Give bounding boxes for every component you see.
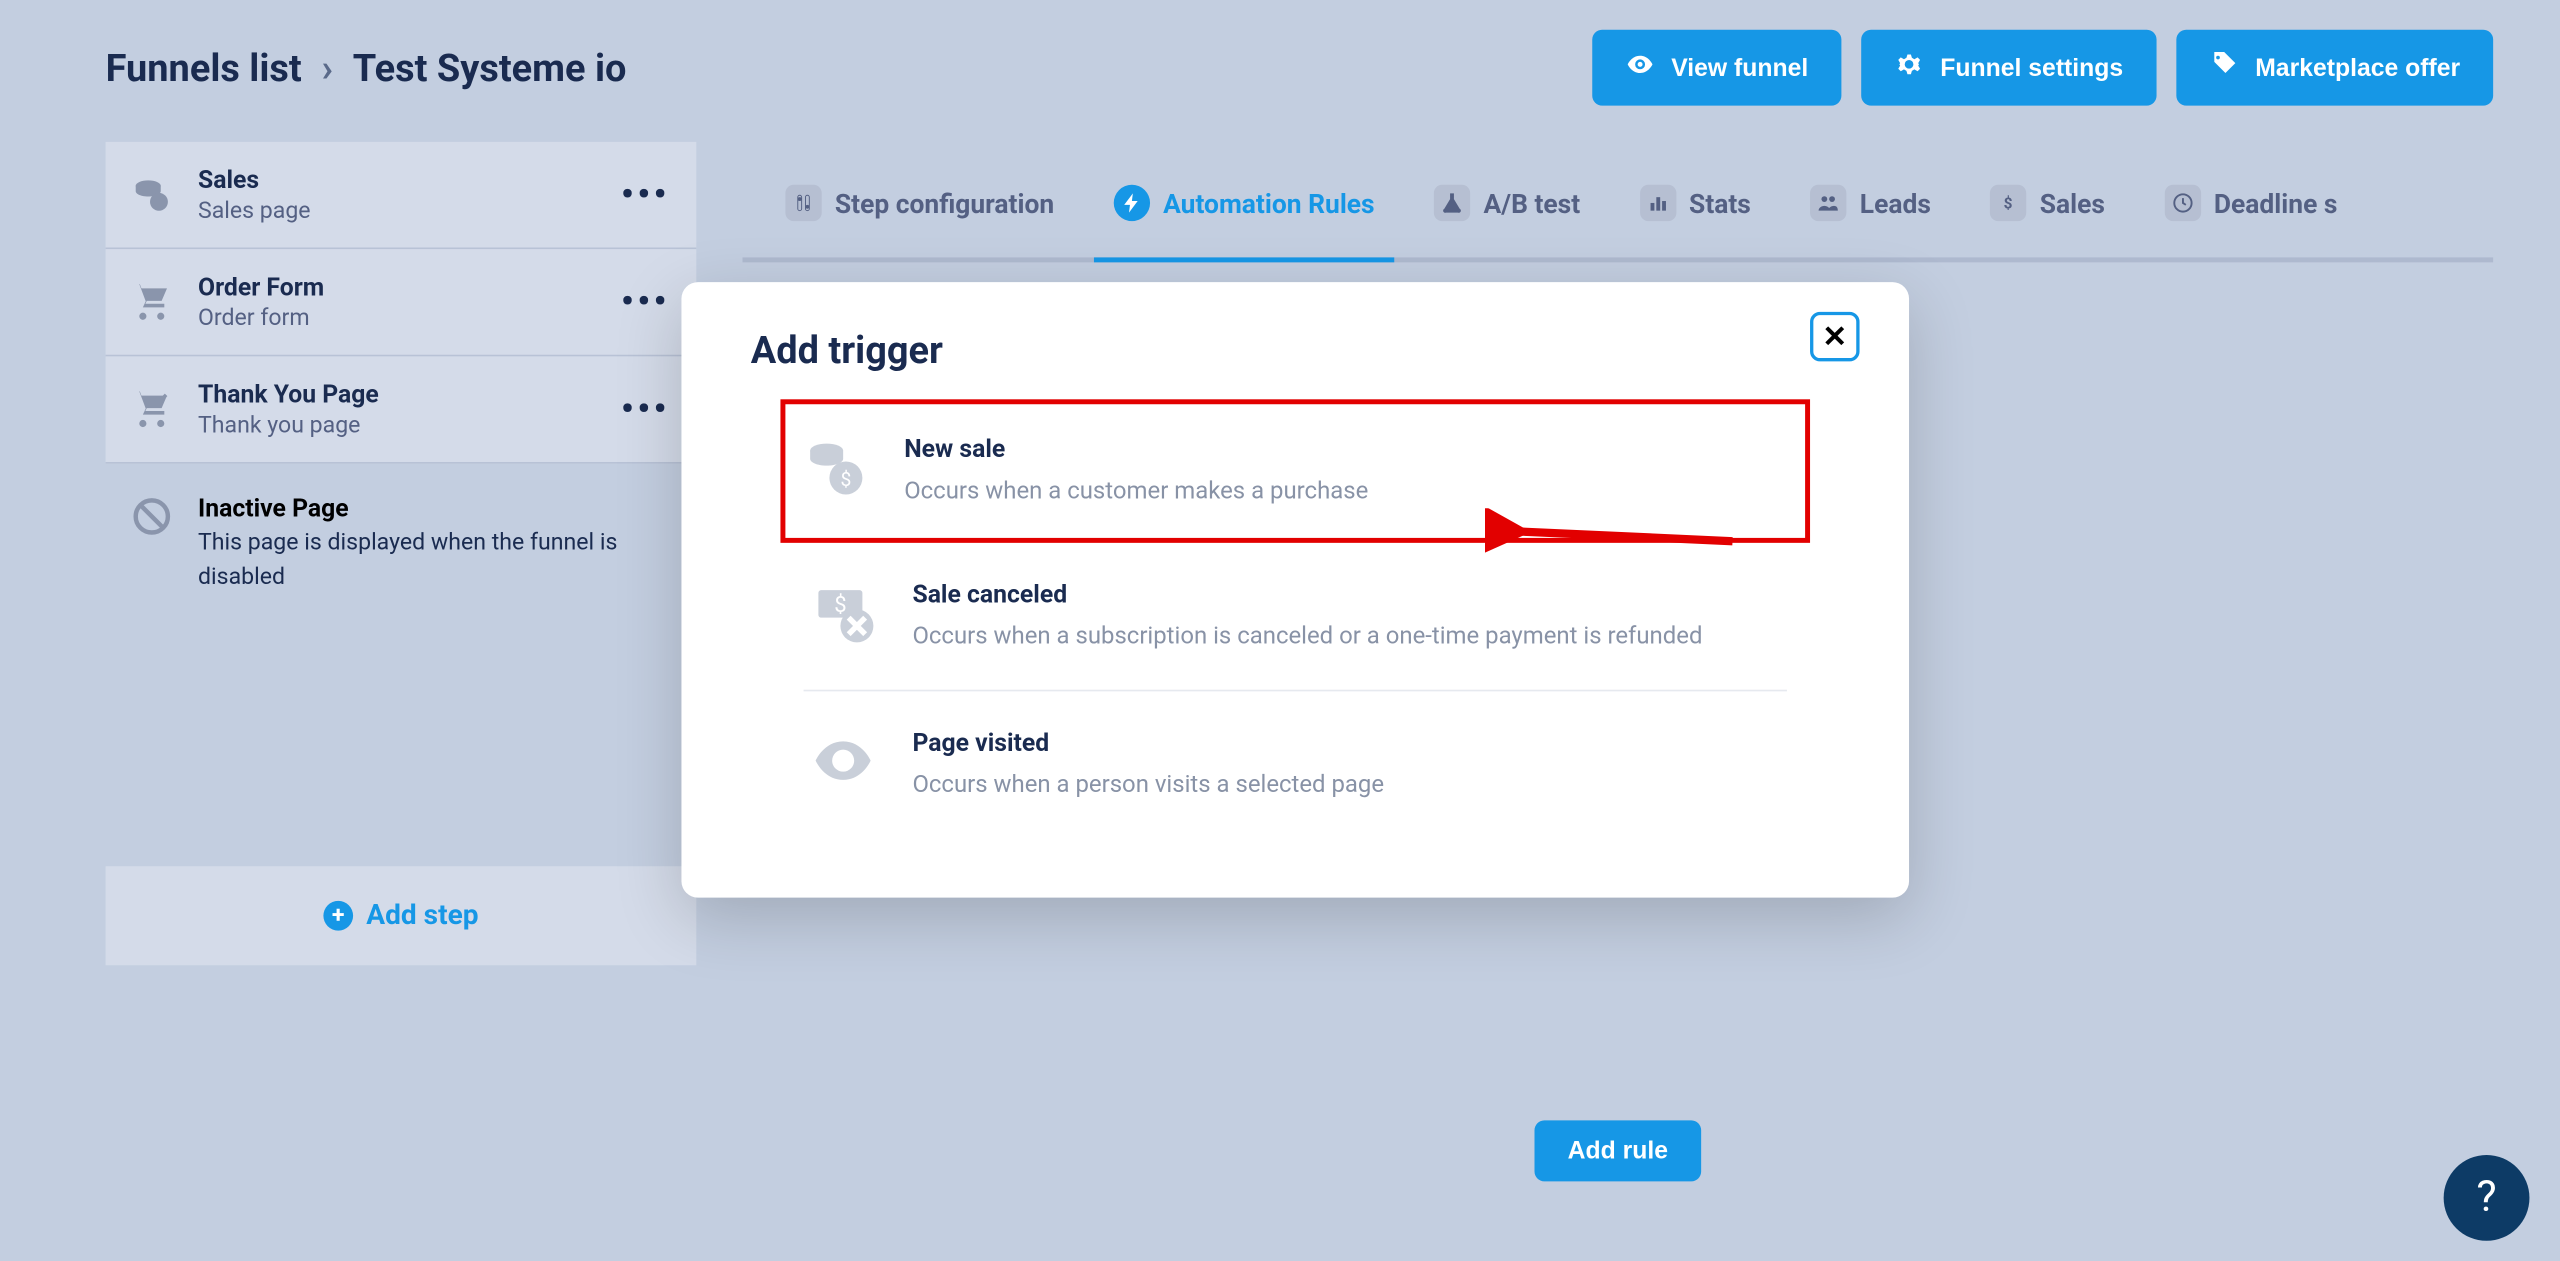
tab-sales[interactable]: $ Sales (1984, 142, 2112, 258)
trigger-sale-canceled[interactable]: $ Sale canceled Occurs when a subscripti… (804, 543, 1787, 692)
tab-stats[interactable]: Stats (1633, 142, 1758, 258)
bolt-icon (1114, 185, 1150, 221)
add-rule-button[interactable]: Add rule (1535, 1120, 1701, 1181)
breadcrumb-root[interactable]: Funnels list (106, 45, 302, 90)
flask-icon (1434, 185, 1470, 221)
plus-circle-icon: + (323, 901, 353, 931)
funnel-settings-button[interactable]: Funnel settings (1861, 30, 2156, 106)
tag-icon (2209, 50, 2239, 86)
trigger-page-visited[interactable]: Page visited Occurs when a person visits… (804, 691, 1787, 838)
sidebar-step-thankyou[interactable]: Thank You Page Thank you page ••• (106, 356, 697, 463)
trigger-description: Occurs when a subscription is canceled o… (912, 619, 1702, 654)
refund-icon: $ (810, 579, 876, 645)
blocked-icon (129, 493, 175, 539)
users-icon (1810, 185, 1846, 221)
question-icon: ? (2476, 1173, 2496, 1223)
step-subtitle: Order form (198, 305, 598, 331)
eye-icon (1625, 50, 1655, 86)
tab-deadline[interactable]: Deadline s (2158, 142, 2344, 258)
breadcrumb: Funnels list › Test Systeme io (106, 45, 627, 90)
tab-automation-rules[interactable]: Automation Rules (1107, 142, 1381, 258)
tabs: Step configuration Automation Rules A/B … (743, 142, 2494, 262)
breadcrumb-current: Test Systeme io (353, 45, 627, 90)
trigger-title: New sale (904, 434, 1368, 464)
step-description: This page is displayed when the funnel i… (198, 526, 670, 595)
marketplace-offer-button[interactable]: Marketplace offer (2176, 30, 2493, 106)
close-icon: ✕ (1822, 319, 1847, 354)
modal-title: Add trigger (751, 328, 1840, 373)
step-subtitle: Thank you page (198, 413, 598, 439)
svg-text:$: $ (834, 593, 846, 618)
svg-text:$: $ (840, 468, 851, 491)
more-icon[interactable]: ••• (621, 174, 670, 215)
cart-check-icon (129, 386, 175, 432)
trigger-description: Occurs when a person visits a selected p… (912, 767, 1384, 802)
eye-icon (810, 728, 876, 794)
tab-step-configuration[interactable]: Step configuration (779, 142, 1061, 258)
step-subtitle: Sales page (198, 198, 598, 224)
more-icon[interactable]: ••• (621, 281, 670, 322)
trigger-new-sale[interactable]: $ New sale Occurs when a customer makes … (780, 399, 1810, 543)
svg-text:$: $ (2004, 195, 2013, 213)
step-title: Thank You Page (198, 380, 598, 410)
sidebar: Sales Sales page ••• Order Form Order fo… (106, 142, 697, 1182)
sidebar-step-inactive[interactable]: Inactive Page This page is displayed whe… (106, 464, 697, 619)
trigger-description: Occurs when a customer makes a purchase (904, 474, 1368, 509)
cart-icon (129, 279, 175, 325)
chevron-right-icon: › (322, 45, 333, 90)
dollar-icon: $ (1990, 185, 2026, 221)
step-title: Sales (198, 165, 598, 195)
trigger-title: Page visited (912, 728, 1384, 758)
step-title: Order Form (198, 272, 598, 302)
tab-leads[interactable]: Leads (1804, 142, 1938, 258)
sidebar-step-sales[interactable]: Sales Sales page ••• (106, 142, 697, 249)
help-button[interactable]: ? (2444, 1155, 2530, 1241)
add-step-button[interactable]: + Add step (106, 866, 697, 965)
clock-icon (2164, 185, 2200, 221)
coins-icon (129, 172, 175, 218)
add-trigger-modal: Add trigger ✕ $ New sale Occurs when a c… (681, 282, 1909, 898)
step-title: Inactive Page (198, 493, 670, 523)
sliders-icon (785, 185, 821, 221)
gear-icon (1894, 50, 1924, 86)
close-button[interactable]: ✕ (1810, 312, 1860, 362)
sidebar-step-order[interactable]: Order Form Order form ••• (106, 249, 697, 356)
coins-icon: $ (802, 434, 868, 500)
tab-ab-test[interactable]: A/B test (1427, 142, 1586, 258)
bar-chart-icon (1640, 185, 1676, 221)
view-funnel-button[interactable]: View funnel (1592, 30, 1841, 106)
trigger-title: Sale canceled (912, 579, 1702, 609)
more-icon[interactable]: ••• (621, 389, 670, 430)
